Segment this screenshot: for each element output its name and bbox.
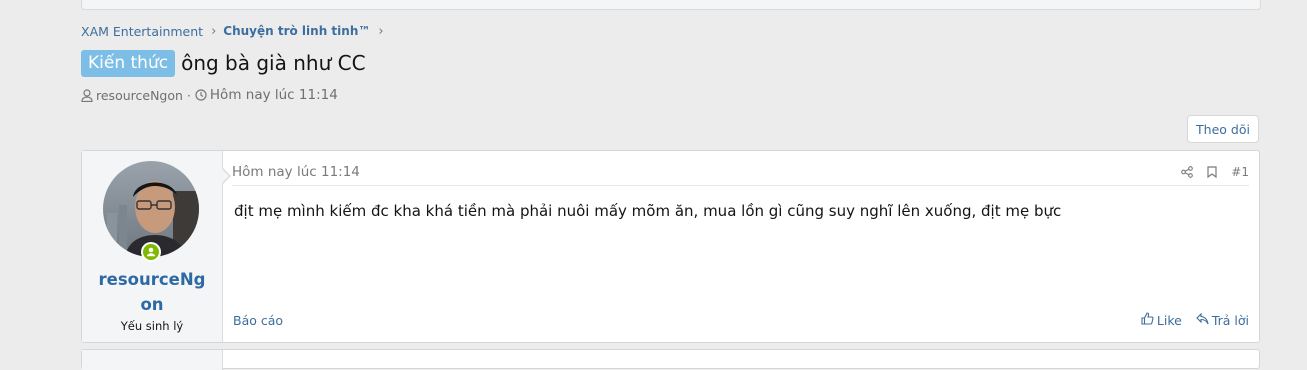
breadcrumb-item-forum[interactable]: Chuyện trò linh tinh™ [223, 24, 370, 38]
post-number-link[interactable]: #1 [1231, 165, 1249, 179]
thread-prefix-badge[interactable]: Kiến thức [81, 49, 176, 77]
next-post-user-panel [82, 350, 223, 370]
follow-button[interactable]: Theo dõi [1187, 115, 1259, 143]
reply-label: Trả lời [1211, 312, 1249, 328]
post-body-text: địt mẹ mình kiếm đc kha khá tiền mà phải… [234, 202, 1062, 220]
post-content: Hôm nay lúc 11:14 #1 địt mẹ mình kiếm đc… [232, 151, 1249, 342]
user-title: Yếu sinh lý [120, 319, 184, 333]
breadcrumb: XAM Entertainment › Chuyện trò linh tinh… [81, 22, 391, 40]
chevron-right-icon: › [378, 23, 384, 39]
post-bottom-actions: Like Trả lời [1127, 312, 1249, 328]
post-user-panel: resourceNgon Yếu sinh lý [82, 151, 223, 342]
chevron-right-icon: › [211, 23, 217, 39]
reply-icon [1196, 312, 1212, 328]
report-link[interactable]: Báo cáo [233, 313, 283, 328]
online-status-icon [141, 242, 161, 262]
post: resourceNgon Yếu sinh lý Hôm nay lúc 11:… [81, 150, 1260, 343]
thread-author-link[interactable]: resourceNgon [96, 88, 183, 103]
post-header-divider [232, 185, 1249, 186]
user-icon [81, 88, 93, 102]
breadcrumb-item-home[interactable]: XAM Entertainment [81, 24, 203, 39]
meta-separator: · [186, 87, 191, 103]
previous-panel [81, 0, 1261, 10]
like-button[interactable]: Like [1141, 312, 1182, 328]
bookmark-icon[interactable] [1207, 166, 1217, 178]
clock-icon [195, 89, 207, 101]
reply-button[interactable]: Trả lời [1196, 312, 1249, 328]
page-title: Kiến thức ông bà già như CC [81, 48, 366, 78]
user-panel-arrow [221, 167, 231, 185]
thumbs-up-icon [1141, 312, 1157, 328]
thread-meta: resourceNgon · Hôm nay lúc 11:14 [81, 86, 338, 104]
share-icon[interactable] [1181, 166, 1194, 178]
thread-date-link[interactable]: Hôm nay lúc 11:14 [210, 87, 338, 103]
post-time-link[interactable]: Hôm nay lúc 11:14 [232, 164, 360, 180]
next-post [81, 349, 1260, 370]
thread-title: ông bà già như CC [181, 51, 366, 75]
post-username[interactable]: resourceNgon [82, 267, 222, 317]
like-label: Like [1156, 312, 1182, 328]
post-top-actions: #1 [1167, 165, 1249, 179]
